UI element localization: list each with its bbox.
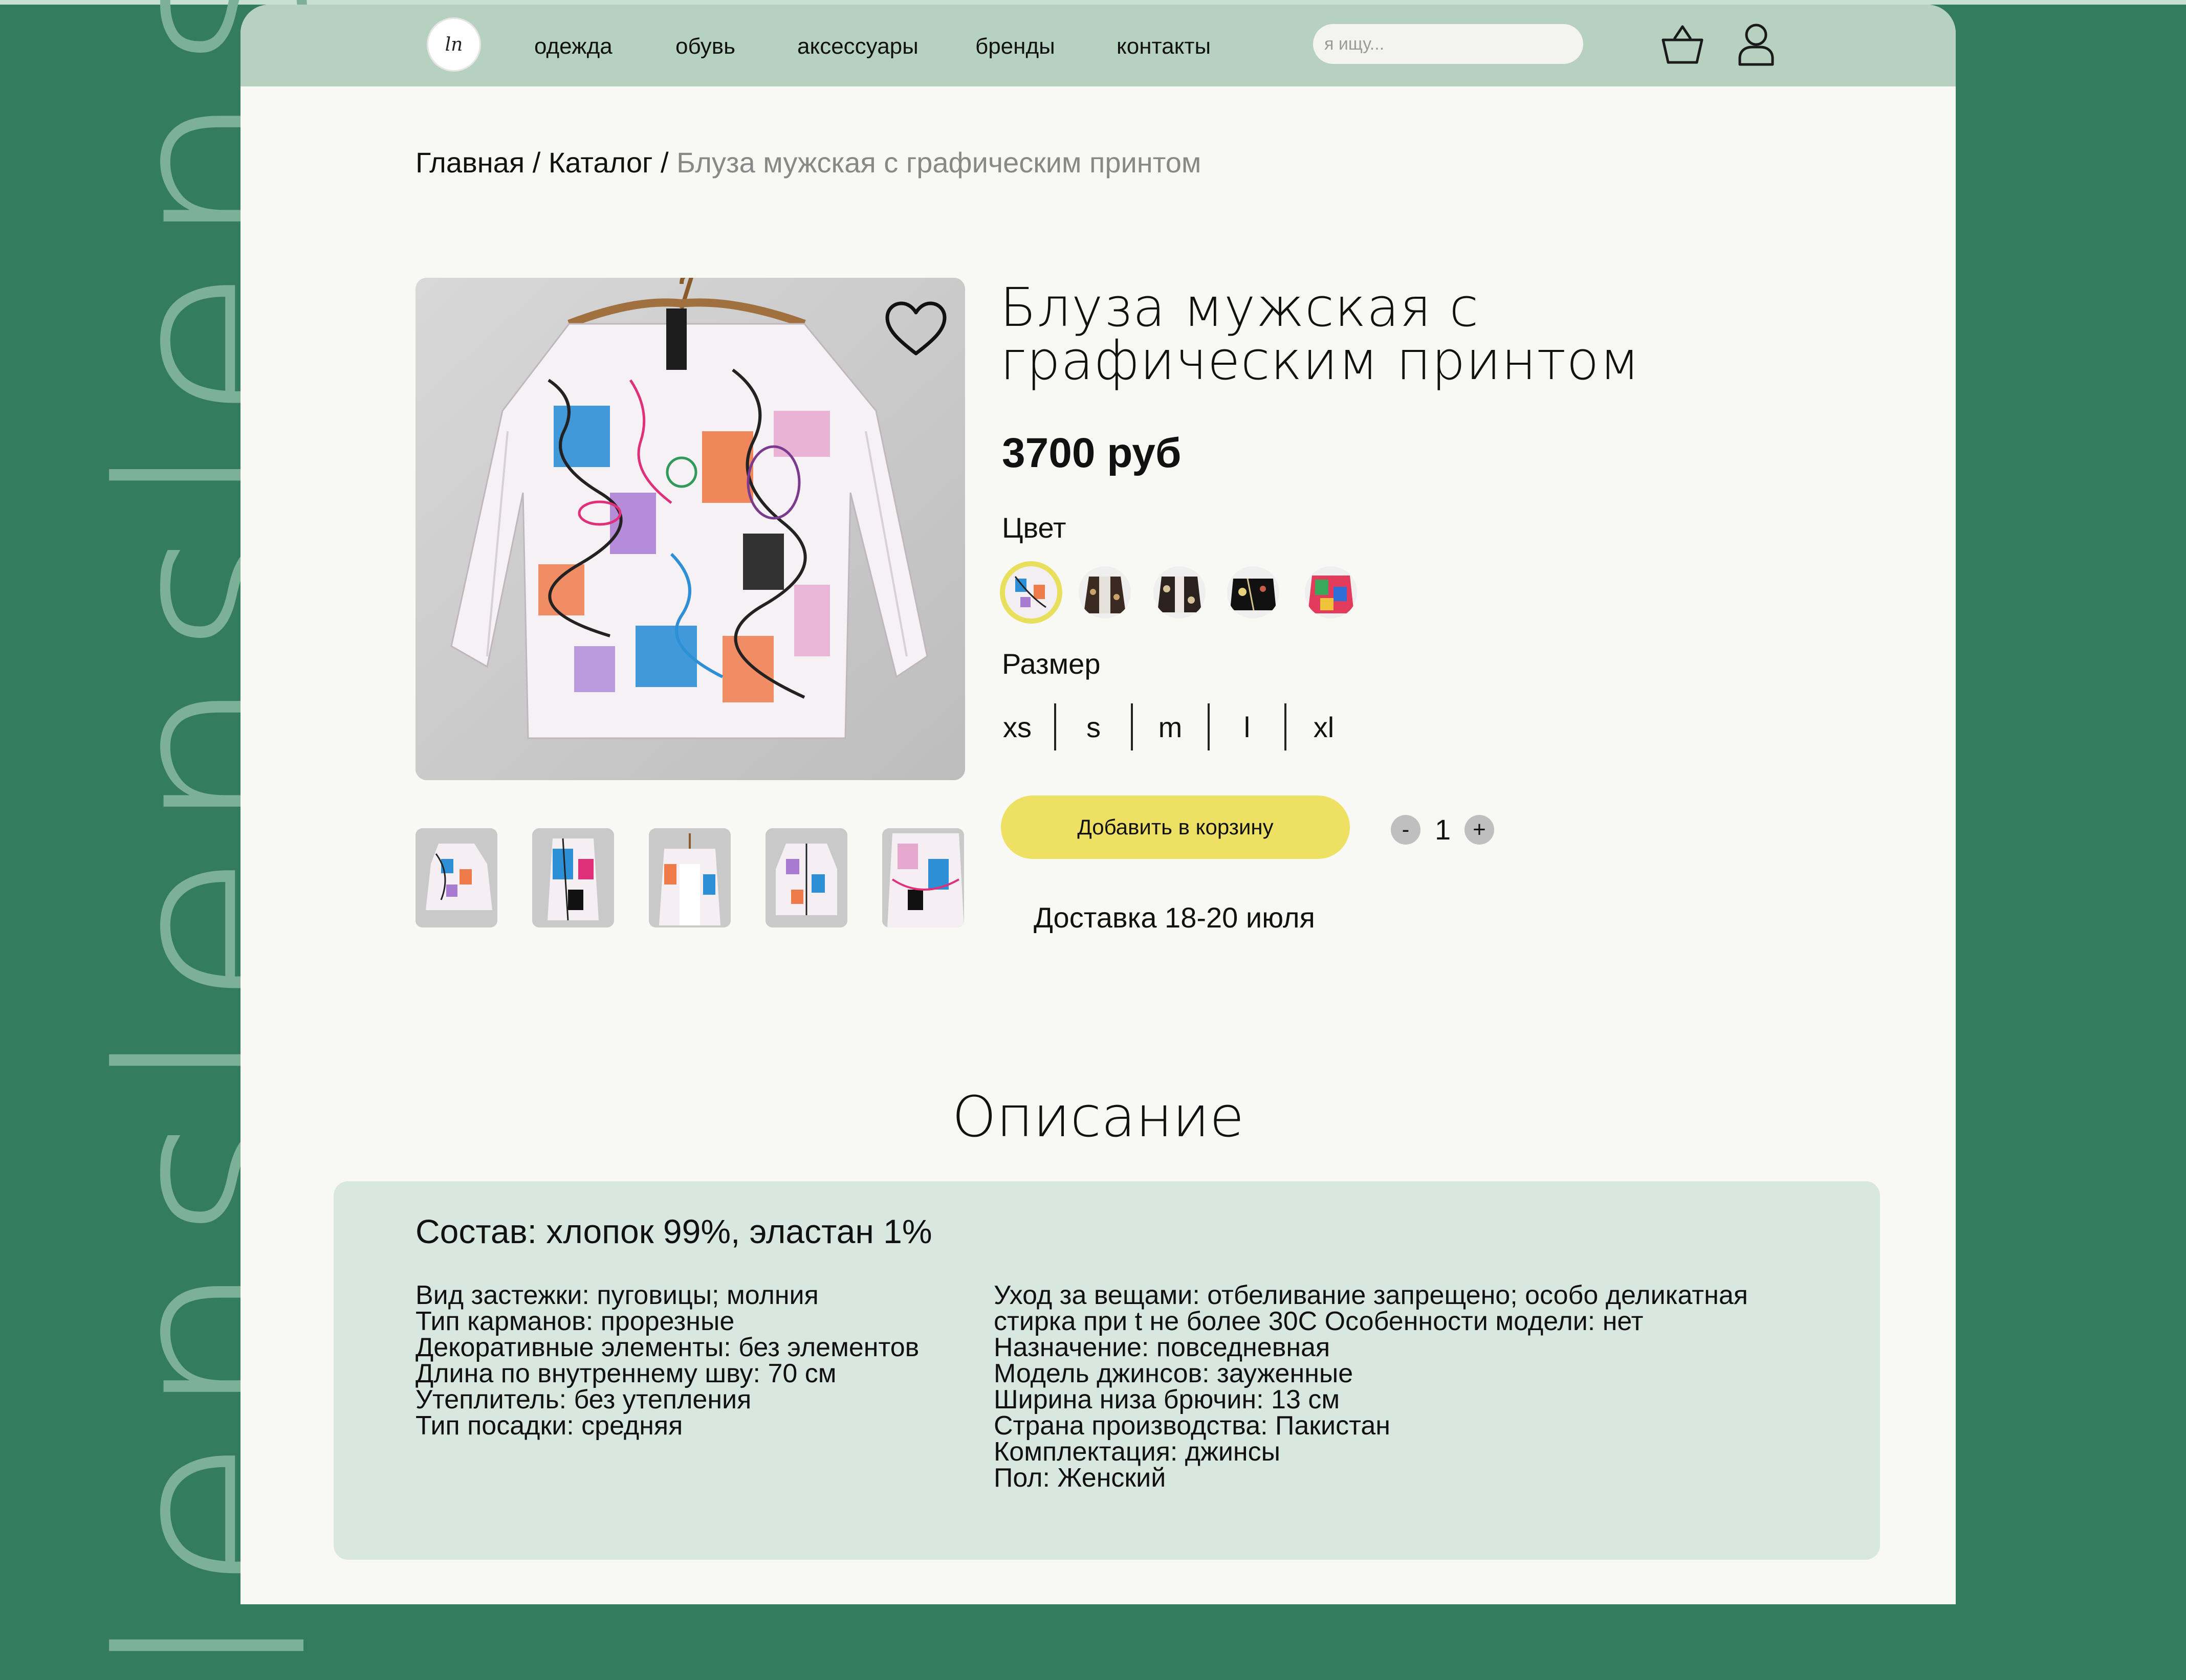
spec-line: Комплектация: джинсы xyxy=(994,1437,1281,1467)
size-option-xs[interactable]: xs xyxy=(1002,711,1054,744)
spec-line: Ширина низа брючин: 13 см xyxy=(994,1385,1340,1414)
delivery-info: Доставка 18-20 июля xyxy=(1034,901,1315,934)
composition-text: Состав: хлопок 99%, эластан 1% xyxy=(416,1212,932,1250)
product-thumbnail[interactable] xyxy=(882,828,964,927)
quantity-value: 1 xyxy=(1435,813,1451,846)
search-input[interactable] xyxy=(1313,24,1583,64)
thumbnail-image xyxy=(882,828,964,927)
spec-line: Страна производства: Пакистан xyxy=(994,1411,1390,1441)
page-card: ln одежда обувь аксессуары бренды контак… xyxy=(241,5,1956,1604)
size-option-xl[interactable]: xl xyxy=(1286,711,1361,744)
spec-line: Тип посадки: средняя xyxy=(416,1411,683,1441)
color-swatch[interactable] xyxy=(1005,566,1057,618)
thumbnail-image xyxy=(532,828,614,927)
brand-logo[interactable]: ln xyxy=(427,17,481,72)
description-box: Состав: хлопок 99%, эластан 1% Вид засте… xyxy=(334,1181,1880,1560)
breadcrumb-separator: / xyxy=(652,146,677,179)
swatch-image xyxy=(1005,566,1057,618)
spec-line: Утеплитель: без утепления xyxy=(416,1385,752,1414)
size-option-m[interactable]: m xyxy=(1133,711,1208,744)
add-to-cart-button[interactable]: Добавить в корзину xyxy=(1001,795,1350,859)
description-title: Описание xyxy=(952,1084,1244,1150)
swatch-image xyxy=(1227,566,1279,618)
size-option-l[interactable]: l xyxy=(1210,711,1284,744)
breadcrumb-current: Блуза мужская с графическим принтом xyxy=(676,146,1201,179)
color-swatch[interactable] xyxy=(1227,566,1279,618)
spec-list-right: Уход за вещами: отбеливание запрещено; о… xyxy=(994,1280,1748,1493)
quantity-increase-button[interactable]: + xyxy=(1464,815,1494,845)
heart-icon xyxy=(885,301,947,356)
color-swatch[interactable] xyxy=(1153,566,1206,618)
quantity-decrease-button[interactable]: - xyxy=(1391,815,1420,845)
color-label: Цвет xyxy=(1002,512,1066,544)
nav-item-brands[interactable]: бренды xyxy=(975,34,1055,59)
nav-item-shoes[interactable]: обувь xyxy=(675,34,735,59)
spec-line: Тип карманов: прорезные xyxy=(416,1307,735,1336)
spec-line: Декоративные элементы: без элементов xyxy=(416,1333,920,1362)
spec-line: Назначение: повседневная xyxy=(994,1333,1330,1362)
nav-item-contacts[interactable]: контакты xyxy=(1117,34,1211,59)
product-thumbnail[interactable] xyxy=(416,828,497,927)
breadcrumb-separator: / xyxy=(524,146,549,179)
thumbnail-image xyxy=(766,828,847,927)
spec-line: Модель джинсов: зауженные xyxy=(994,1359,1353,1388)
spec-line: Длина по внутреннему шву: 70 см xyxy=(416,1359,837,1388)
size-label: Размер xyxy=(1002,648,1101,680)
spec-line: Пол: Женский xyxy=(994,1463,1166,1493)
swatch-image xyxy=(1305,566,1357,618)
product-thumbnail[interactable] xyxy=(532,828,614,927)
site-header: ln одежда обувь аксессуары бренды контак… xyxy=(241,5,1956,86)
spec-line: Уход за вещами: отбеливание запрещено; о… xyxy=(994,1280,1748,1310)
product-thumbnail[interactable] xyxy=(766,828,847,927)
nav-item-clothes[interactable]: одежда xyxy=(534,34,613,59)
spec-line: стирка при t не более 30С Особенности мо… xyxy=(994,1307,1644,1336)
nav-item-accessories[interactable]: аксессуары xyxy=(797,34,919,59)
swatch-image xyxy=(1153,566,1206,618)
swatch-image xyxy=(1079,566,1131,618)
breadcrumb-home[interactable]: Главная xyxy=(416,146,524,179)
thumbnail-image xyxy=(649,828,731,927)
basket-icon xyxy=(1662,25,1703,64)
thumbnail-image xyxy=(416,828,497,927)
size-option-s[interactable]: s xyxy=(1056,711,1131,744)
product-price: 3700 руб xyxy=(1002,430,1182,476)
spec-list-left: Вид застежки: пуговицы; молния Тип карма… xyxy=(416,1280,920,1441)
user-icon xyxy=(1738,24,1774,66)
product-thumbnail[interactable] xyxy=(649,828,731,927)
breadcrumb-catalog[interactable]: Каталог xyxy=(549,146,653,179)
spec-line: Вид застежки: пуговицы; молния xyxy=(416,1280,819,1310)
color-swatch[interactable] xyxy=(1079,566,1131,618)
color-swatch[interactable] xyxy=(1305,566,1357,618)
size-selector: xs s m l xl xyxy=(1002,703,1361,750)
account-button[interactable] xyxy=(1732,20,1781,69)
cart-button[interactable] xyxy=(1658,20,1707,69)
favorite-button[interactable] xyxy=(883,300,949,358)
logo-text: ln xyxy=(445,34,463,55)
shirt-illustration xyxy=(416,278,965,780)
product-main-image[interactable] xyxy=(416,278,965,780)
breadcrumb: Главная / Каталог / Блуза мужская с граф… xyxy=(416,146,1201,179)
product-title: Блуза мужская с графическим принтом xyxy=(1000,276,1641,392)
